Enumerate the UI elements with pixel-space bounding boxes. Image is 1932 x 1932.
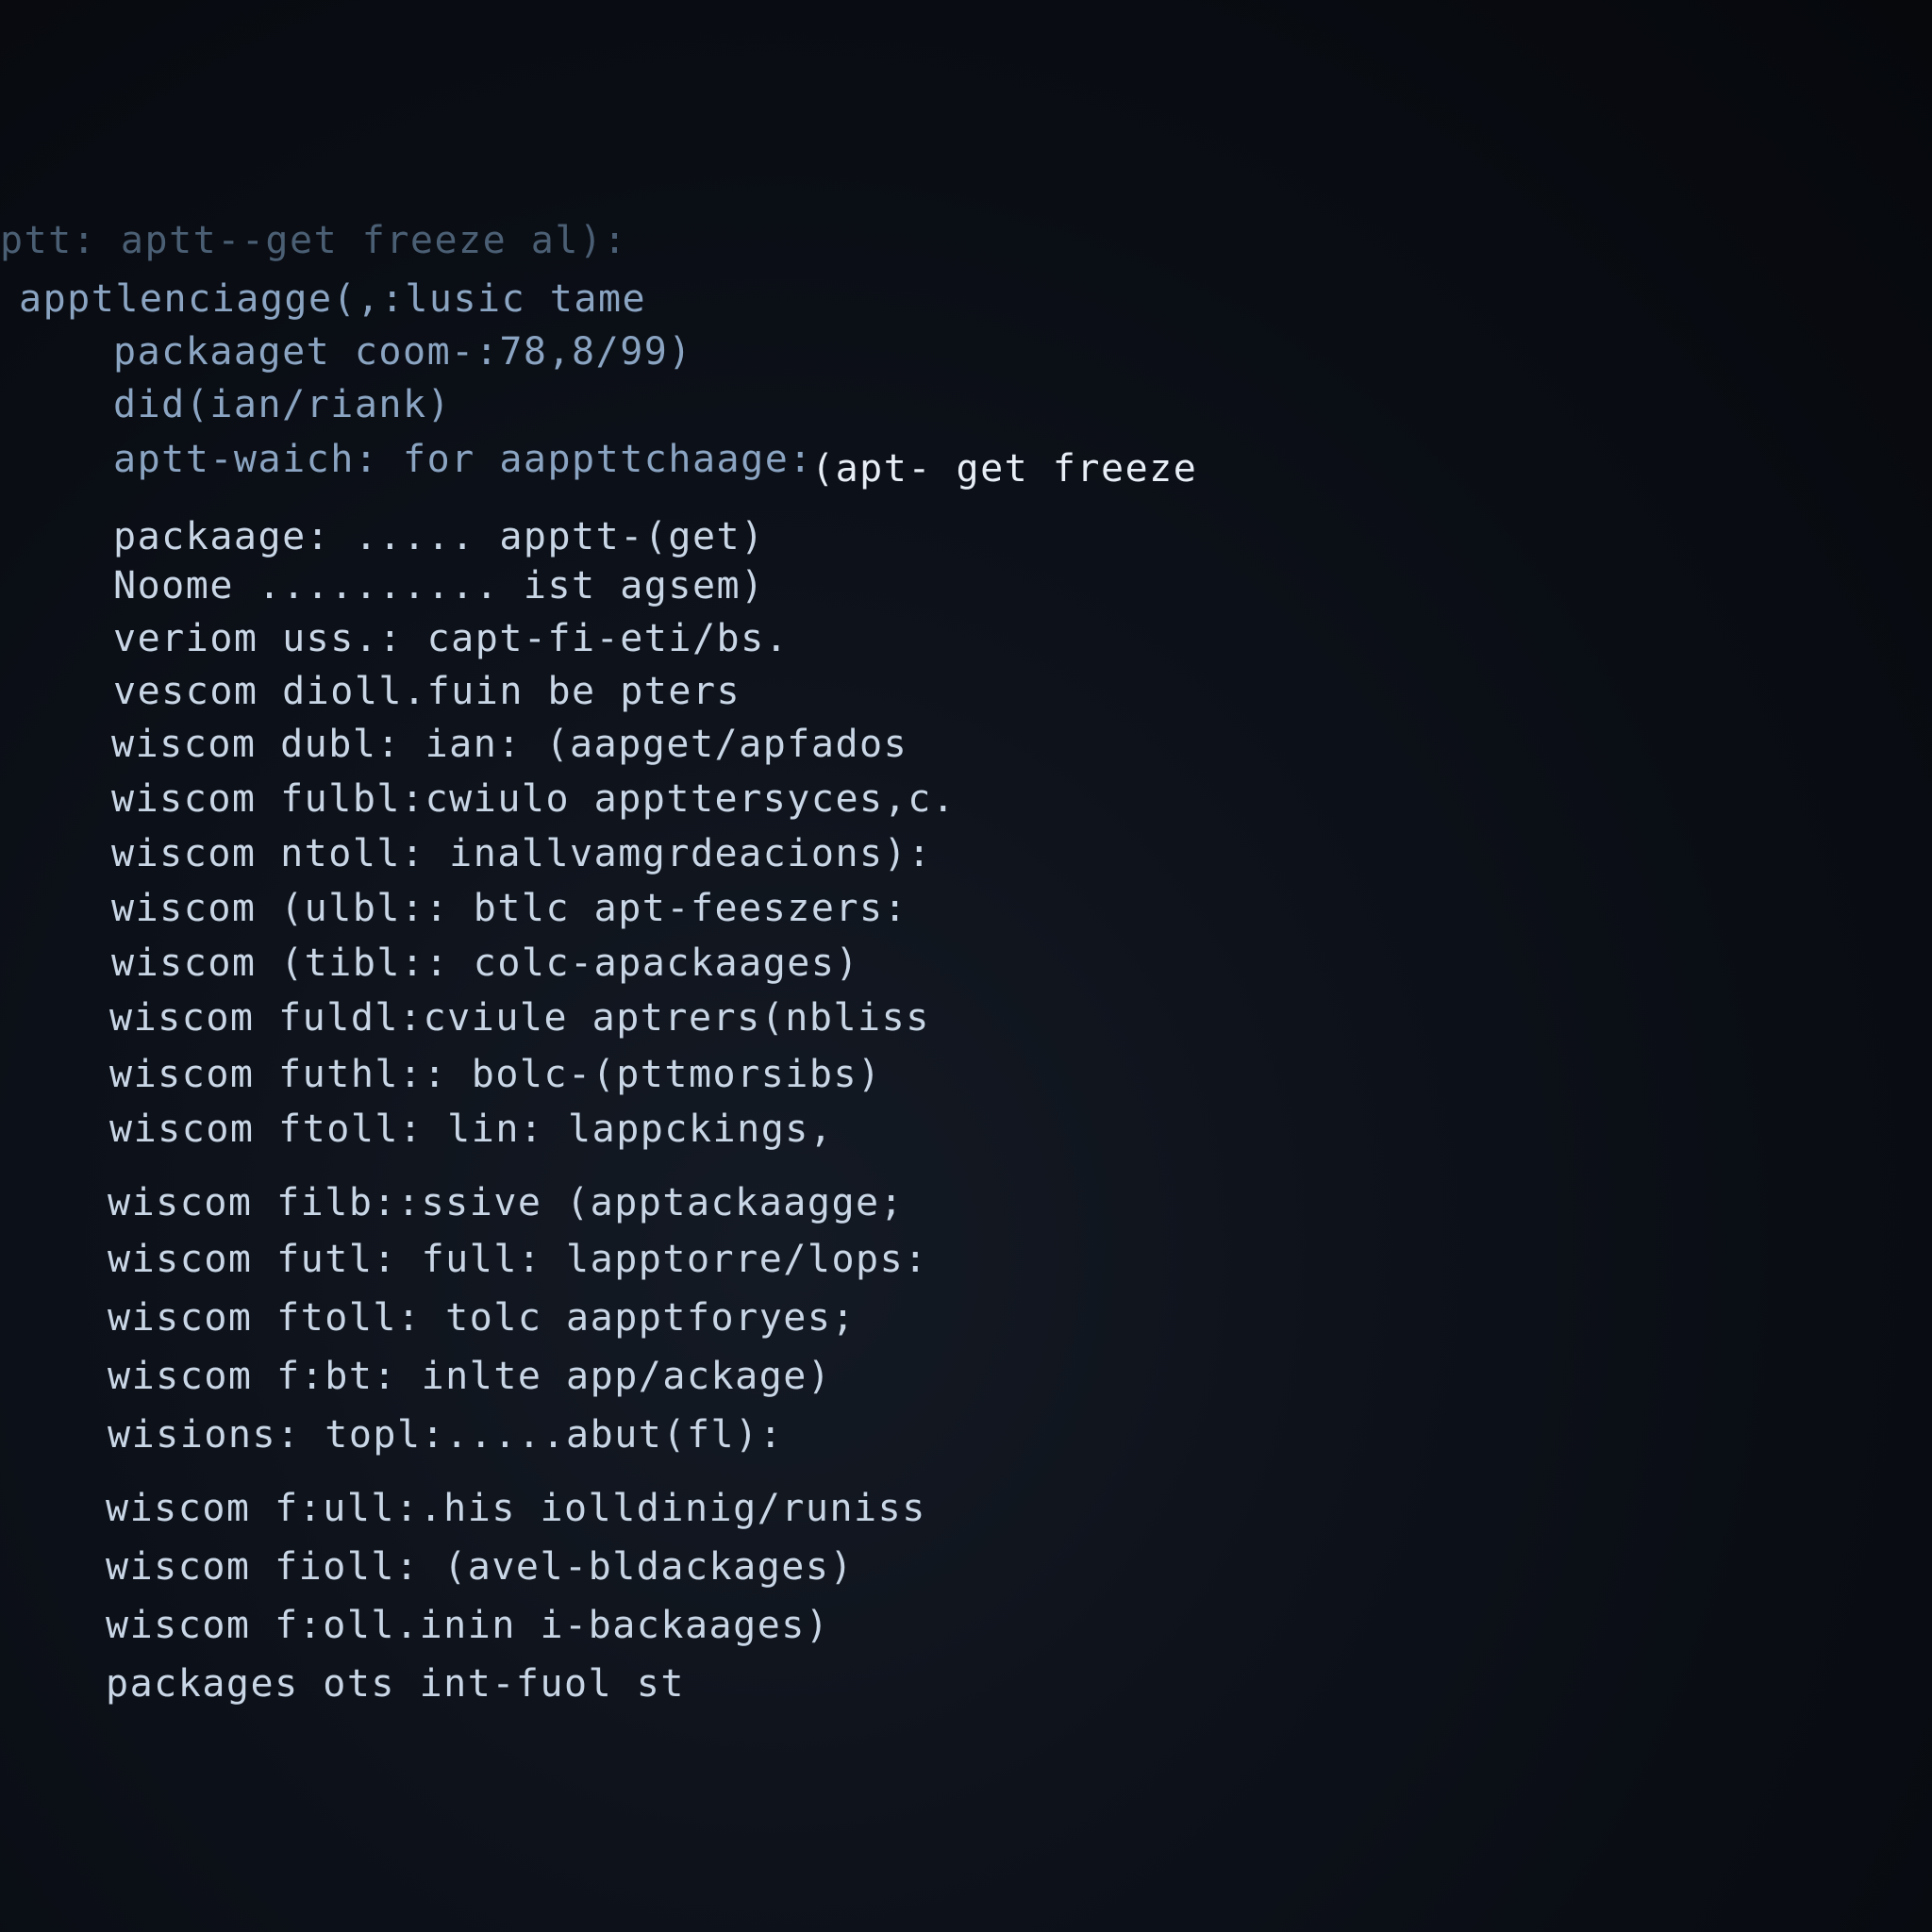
terminal-line: wiscom ftoll: tolc aapptforyes; [108,1296,857,1340]
terminal-line: packaage: ..... apptt-(get) [113,515,765,558]
terminal-line: ptt: aptt--get freeze al): [0,219,628,262]
terminal-line: wiscom ntoll: inallvamgrdeacions): [111,832,932,875]
terminal-line: packaaget coom-:78,8/99) [113,330,692,374]
terminal-line: vescom dioll.fuin be pters [113,670,741,713]
terminal-line: packages ots int-fuol st [106,1662,685,1706]
terminal-line: wiscom ftoll: lin: lappckings, [109,1108,834,1151]
terminal-line: aptt-waich: for aappttchaage: [113,438,813,481]
terminal-line: apptlenciagge(,:lusic tame [19,277,647,321]
terminal-line: wiscom (ulbl:: btlc apt-feeszers: [111,887,908,930]
terminal-line: veriom uss.: capt-fi-eti/bs. [113,617,790,660]
terminal-line: wiscom dubl: ian: (aapget/apfados [111,723,908,766]
terminal-line: wiscom filb::ssive (apptackaagge; [108,1181,905,1224]
terminal-line: wiscom fulbl:cwiulo appttersyces,c. [111,777,957,821]
terminal-line: wiscom futl: full: lapptorre/lops: [108,1238,928,1281]
terminal-window[interactable]: ptt: aptt--get freeze al): apptlenciagge… [0,0,1932,1932]
terminal-line: wiscom f:ull:.his iolldinig/runiss [106,1487,926,1530]
terminal-line: did(ian/riank) [113,383,452,426]
terminal-line: wiscom f:bt: inlte app/ackage) [108,1355,832,1398]
terminal-line: wiscom f:oll.inin i-backaages) [106,1604,830,1647]
terminal-line: Noome .......... ist agsem) [113,564,765,608]
terminal-line: wiscom fuldl:cviule aptrers(nbliss [109,996,930,1040]
terminal-line: wiscom (tibl:: colc-apackaages) [111,941,860,985]
terminal-line: wiscom fioll: (avel-bldackages) [106,1545,855,1589]
terminal-line: wisions: topl:.....abut(fl): [108,1413,784,1457]
terminal-line: (apt- get freeze [811,447,1198,491]
terminal-line: wiscom futhl:: bolc-(pttmorsibs) [109,1053,882,1096]
